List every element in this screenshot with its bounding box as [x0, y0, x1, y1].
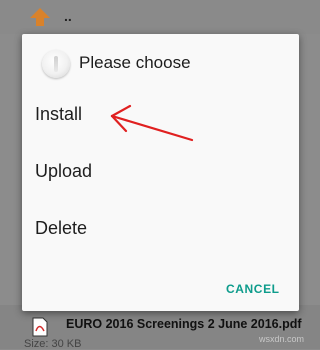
annotation-arrow-icon: [110, 104, 194, 142]
cancel-button[interactable]: CANCEL: [226, 282, 280, 296]
watermark: wsxdn.com: [259, 334, 305, 344]
file-size: Size: 30 KB: [24, 338, 82, 350]
dialog-header: Please choose: [22, 48, 299, 84]
delete-option[interactable]: Delete: [22, 204, 299, 252]
upload-option-label: Upload: [35, 161, 93, 181]
file-name: EURO 2016 Screenings 2 June 2016.pdf: [66, 317, 302, 331]
up-arrow-icon: [30, 8, 50, 26]
delete-option-label: Delete: [35, 218, 88, 238]
upload-option[interactable]: Upload: [22, 147, 299, 195]
dialog-title: Please choose: [79, 53, 191, 72]
parent-folder-label: ..: [64, 8, 72, 24]
parent-folder-row[interactable]: ..: [0, 0, 320, 34]
install-option-label: Install: [35, 104, 83, 124]
choose-dialog: Please choose Install Upload Delete CANC…: [22, 34, 299, 311]
app-icon: [42, 50, 70, 78]
pdf-file-icon: [32, 317, 48, 337]
